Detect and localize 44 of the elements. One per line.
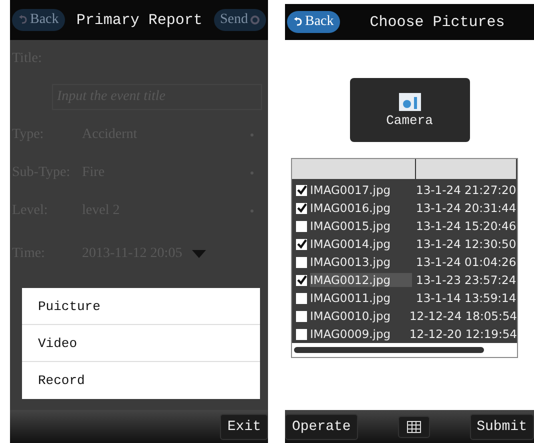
checkbox[interactable] <box>296 328 307 340</box>
file-name: IMAG0010.jpg <box>310 309 392 323</box>
checkbox[interactable] <box>296 310 307 322</box>
file-date: 13-1-24 20:31:44 <box>416 201 516 215</box>
return-arrow-icon <box>293 17 303 27</box>
file-name: IMAG0014.jpg <box>310 237 392 251</box>
screen-title: Primary Report <box>76 12 202 28</box>
file-name: IMAG0013.jpg <box>310 255 392 269</box>
menu-item[interactable]: Puicture <box>22 288 260 325</box>
camera-button[interactable]: Camera <box>350 78 470 142</box>
triangle-down-icon <box>192 250 206 258</box>
back-button[interactable]: Back <box>287 11 340 33</box>
file-date: 13-1-24 12:30:50 <box>416 237 516 251</box>
file-name: IMAG0016.jpg <box>310 201 392 215</box>
checkbox[interactable] <box>296 256 307 268</box>
file-date: 13-1-24 01:04:26 <box>416 255 516 269</box>
grid-icon <box>406 420 421 432</box>
exit-button[interactable]: Exit <box>220 414 268 440</box>
file-date: 13-1-14 13:59:14 <box>416 291 516 305</box>
screen-title: Choose Pictures <box>370 14 505 30</box>
circle-icon <box>250 15 260 25</box>
checkbox[interactable] <box>296 202 307 214</box>
return-arrow-icon <box>18 15 28 25</box>
file-name: IMAG0012.jpg <box>310 273 412 287</box>
file-date: 13-1-24 15:20:46 <box>416 219 516 233</box>
file-name: IMAG0011.jpg <box>310 291 392 305</box>
file-name: IMAG0017.jpg <box>310 183 392 197</box>
checkbox[interactable] <box>296 292 307 304</box>
submit-button[interactable]: Submit <box>470 414 534 440</box>
send-button[interactable]: Send <box>214 9 266 31</box>
back-button[interactable]: Back <box>12 9 65 31</box>
checkbox[interactable] <box>296 238 307 250</box>
file-name: IMAG0015.jpg <box>310 219 392 233</box>
operate-button[interactable]: Operate <box>285 414 358 440</box>
camera-icon <box>398 92 420 110</box>
file-date: 13-1-23 23:57:24 <box>416 273 516 287</box>
file-date: 12-12-24 18:05:54 <box>409 309 517 323</box>
checkbox[interactable] <box>296 274 307 286</box>
checkbox[interactable] <box>296 184 307 196</box>
file-date: 12-12-20 12:19:54 <box>409 327 517 341</box>
file-name: IMAG0009.jpg <box>310 327 392 341</box>
checkbox[interactable] <box>296 220 307 232</box>
grid-button[interactable] <box>398 416 430 438</box>
file-date: 13-1-24 21:27:20 <box>416 183 516 197</box>
